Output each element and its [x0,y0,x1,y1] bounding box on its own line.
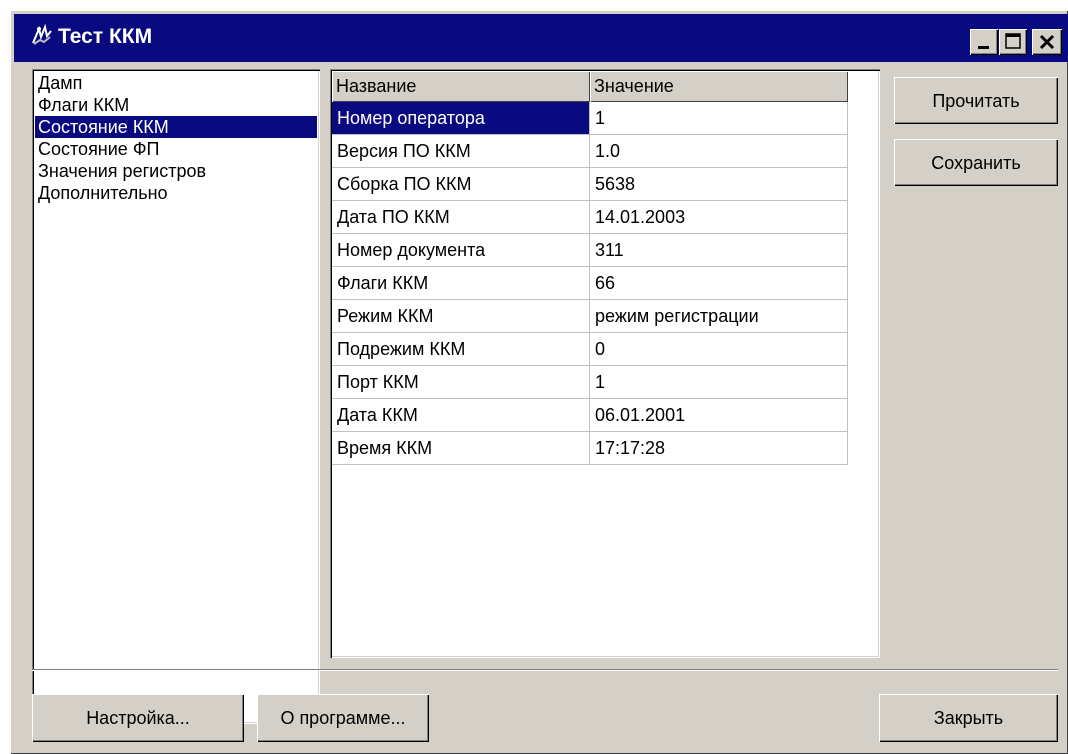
table-row[interactable]: Время ККМ 17:17:28 [332,432,878,465]
minimize-icon [978,46,989,49]
main-window: Тест ККМ Дамп Флаги ККМ Состояние ККМ Со… [10,10,1068,754]
cell-value[interactable]: 14.01.2003 [590,201,848,234]
cell-name[interactable]: Версия ПО ККМ [332,135,590,168]
save-button[interactable]: Сохранить [894,139,1058,186]
cell-value[interactable]: режим регистрации [590,300,848,333]
close-icon [1039,34,1055,50]
title-bar[interactable]: Тест ККМ [14,14,1068,62]
window-title: Тест ККМ [58,25,153,48]
column-header-value[interactable]: Значение [590,71,848,102]
divider [32,669,1058,671]
cell-value[interactable]: 1.0 [590,135,848,168]
cell-name[interactable]: Номер документа [332,234,590,267]
maximize-button[interactable] [999,29,1027,55]
close-button[interactable] [1032,29,1062,55]
list-item-dump[interactable]: Дамп [35,72,317,94]
table-row[interactable]: Версия ПО ККМ 1.0 [332,135,878,168]
list-item-register-values[interactable]: Значения регистров [35,160,317,182]
table-row[interactable]: Номер оператора 1 [332,102,878,135]
cell-value[interactable]: 1 [590,102,848,135]
table-row[interactable]: Номер документа 311 [332,234,878,267]
cell-value[interactable]: 0 [590,333,848,366]
about-button[interactable]: О программе... [257,694,429,742]
cell-value[interactable]: 5638 [590,168,848,201]
minimize-button[interactable] [970,29,998,55]
list-item-additional[interactable]: Дополнительно [35,182,317,204]
cell-value[interactable]: 17:17:28 [590,432,848,465]
cell-name[interactable]: Номер оператора [332,102,590,135]
app-icon [30,23,54,47]
list-item-kkm-state[interactable]: Состояние ККМ [35,116,317,138]
cell-value[interactable]: 311 [590,234,848,267]
table-row[interactable]: Дата ККМ 06.01.2001 [332,399,878,432]
table-row[interactable]: Режим ККМ режим регистрации [332,300,878,333]
table-row[interactable]: Подрежим ККМ 0 [332,333,878,366]
table-row[interactable]: Дата ПО ККМ 14.01.2003 [332,201,878,234]
cell-name[interactable]: Порт ККМ [332,366,590,399]
cell-value[interactable]: 66 [590,267,848,300]
properties-grid[interactable]: Название Значение Номер оператора 1 Верс… [330,69,880,658]
close-dialog-button[interactable]: Закрыть [879,694,1058,742]
cell-value[interactable]: 1 [590,366,848,399]
list-item-fp-state[interactable]: Состояние ФП [35,138,317,160]
table-row[interactable]: Флаги ККМ 66 [332,267,878,300]
maximize-icon [1005,33,1021,49]
cell-name[interactable]: Сборка ПО ККМ [332,168,590,201]
cell-name[interactable]: Дата ККМ [332,399,590,432]
cell-name[interactable]: Дата ПО ККМ [332,201,590,234]
cell-name[interactable]: Время ККМ [332,432,590,465]
settings-button[interactable]: Настройка... [32,694,244,742]
cell-name[interactable]: Режим ККМ [332,300,590,333]
cell-name[interactable]: Флаги ККМ [332,267,590,300]
cell-value[interactable]: 06.01.2001 [590,399,848,432]
table-row[interactable]: Сборка ПО ККМ 5638 [332,168,878,201]
table-row[interactable]: Порт ККМ 1 [332,366,878,399]
read-button[interactable]: Прочитать [894,77,1058,124]
category-list[interactable]: Дамп Флаги ККМ Состояние ККМ Состояние Ф… [32,69,320,724]
list-item-kkm-flags[interactable]: Флаги ККМ [35,94,317,116]
column-header-name[interactable]: Название [332,71,590,102]
grid-header: Название Значение [332,71,878,102]
cell-name[interactable]: Подрежим ККМ [332,333,590,366]
